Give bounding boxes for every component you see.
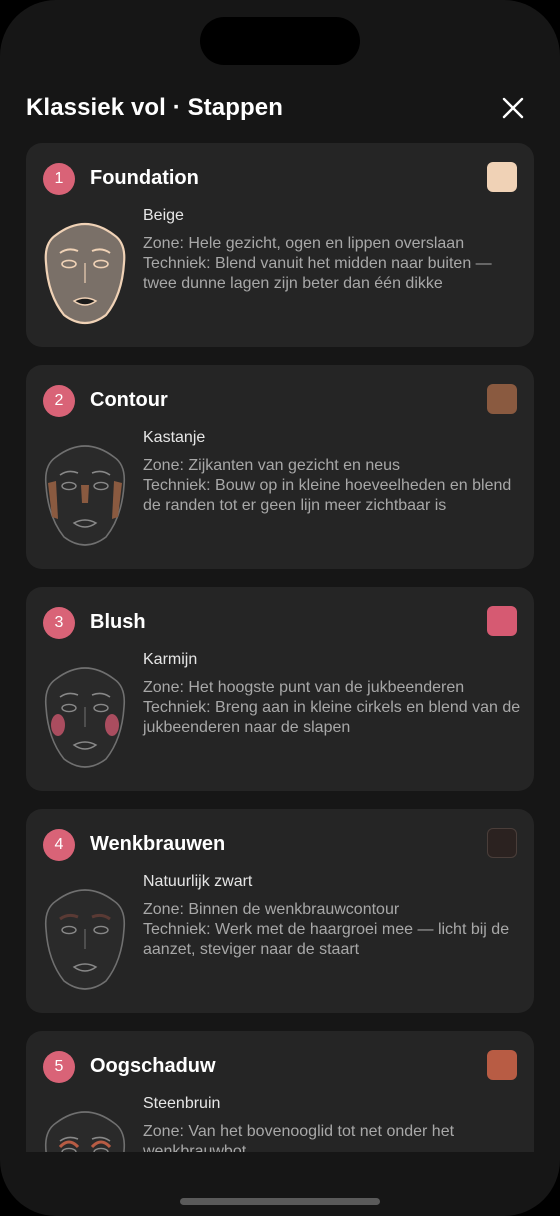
home-indicator[interactable] bbox=[180, 1198, 380, 1205]
step-card-foundation[interactable]: 1 Foundation Beige Zone: Hele gezicht, o… bbox=[26, 143, 534, 347]
step-title: Contour bbox=[90, 389, 168, 411]
step-number-badge: 5 bbox=[43, 1051, 75, 1083]
step-technique: Techniek: Bouw op in kleine hoeveelheden… bbox=[143, 477, 512, 514]
color-swatch bbox=[487, 162, 517, 192]
step-description: Zone: Van het bovenooglid tot net onder … bbox=[143, 1122, 523, 1152]
step-number-badge: 1 bbox=[43, 163, 75, 195]
step-description: Zone: Hele gezicht, ogen en lippen overs… bbox=[143, 234, 523, 294]
close-icon bbox=[502, 97, 524, 119]
blush-face-icon bbox=[44, 667, 126, 768]
step-description: Zone: Binnen de wenkbrauwcontour Technie… bbox=[143, 900, 523, 960]
step-technique: Techniek: Blend vanuit het midden naar b… bbox=[143, 255, 492, 292]
step-card-eyeshadow[interactable]: 5 Oogschaduw Steenbruin Zone: Van het bo… bbox=[26, 1031, 534, 1152]
shade-name: Beige bbox=[143, 207, 184, 224]
shade-name: Natuurlijk zwart bbox=[143, 873, 253, 890]
step-zone: Zone: Het hoogste punt van de jukbeender… bbox=[143, 679, 465, 696]
step-card-contour[interactable]: 2 Contour Kastanje Zone: Zijkanten van g… bbox=[26, 365, 534, 569]
phone-screen: Klassiek vol · Stappen 1 Foundation Beig… bbox=[0, 0, 560, 1216]
foundation-face-icon bbox=[44, 223, 126, 325]
page-title: Klassiek vol · Stappen bbox=[26, 94, 283, 121]
color-swatch bbox=[487, 828, 517, 858]
step-number-badge: 3 bbox=[43, 607, 75, 639]
eyeshadow-face-icon bbox=[44, 1111, 126, 1152]
color-swatch bbox=[487, 1050, 517, 1080]
step-description: Zone: Zijkanten van gezicht en neus Tech… bbox=[143, 456, 523, 516]
step-number-badge: 4 bbox=[43, 829, 75, 861]
shade-name: Kastanje bbox=[143, 429, 206, 446]
contour-face-icon bbox=[44, 445, 126, 546]
close-button[interactable] bbox=[500, 95, 526, 121]
step-description: Zone: Het hoogste punt van de jukbeender… bbox=[143, 678, 523, 738]
shade-name: Karmijn bbox=[143, 651, 198, 668]
step-zone: Zone: Binnen de wenkbrauwcontour bbox=[143, 901, 400, 918]
step-number-badge: 2 bbox=[43, 385, 75, 417]
step-title: Foundation bbox=[90, 167, 199, 189]
header: Klassiek vol · Stappen bbox=[0, 86, 560, 132]
dynamic-island bbox=[200, 17, 360, 65]
step-technique: Techniek: Werk met de haargroei mee — li… bbox=[143, 921, 510, 958]
step-zone: Zone: Hele gezicht, ogen en lippen overs… bbox=[143, 235, 465, 252]
step-technique: Techniek: Breng aan in kleine cirkels en… bbox=[143, 699, 521, 736]
steps-list[interactable]: 1 Foundation Beige Zone: Hele gezicht, o… bbox=[0, 143, 560, 1152]
step-zone: Zone: Zijkanten van gezicht en neus bbox=[143, 457, 401, 474]
step-title: Blush bbox=[90, 611, 146, 633]
eyebrow-face-icon bbox=[44, 889, 126, 990]
step-card-eyebrows[interactable]: 4 Wenkbrauwen Natuurlijk zwart Zone: Bin… bbox=[26, 809, 534, 1013]
step-title: Wenkbrauwen bbox=[90, 833, 226, 855]
shade-name: Steenbruin bbox=[143, 1095, 221, 1112]
step-zone: Zone: Van het bovenooglid tot net onder … bbox=[143, 1123, 455, 1152]
color-swatch bbox=[487, 384, 517, 414]
step-title: Oogschaduw bbox=[90, 1055, 216, 1077]
color-swatch bbox=[487, 606, 517, 636]
step-card-blush[interactable]: 3 Blush Karmijn Zone: Het hoogste punt v… bbox=[26, 587, 534, 791]
